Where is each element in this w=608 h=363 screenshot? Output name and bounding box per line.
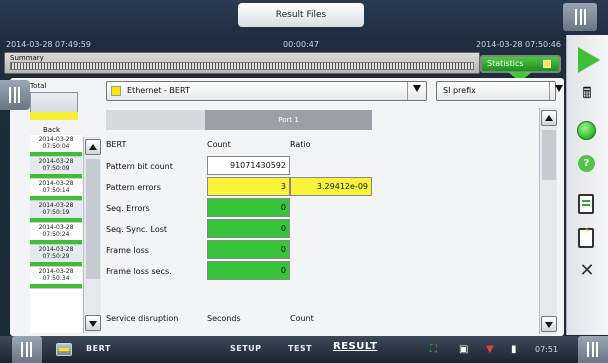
units-selector[interactable]: SI prefix (436, 81, 556, 101)
network-icon[interactable]: ⛶ (430, 344, 437, 355)
back-label: Back (43, 126, 60, 134)
top-menu-handle[interactable] (563, 3, 597, 31)
history-item[interactable]: 2014-03-28 07:50:29 (30, 245, 82, 267)
units-selector-value: SI prefix (443, 86, 476, 95)
chevron-down-icon[interactable] (413, 85, 421, 92)
section-label: BERT (106, 140, 127, 149)
status-led-icon[interactable] (577, 121, 596, 140)
total-status-bar (30, 112, 78, 120)
bottom-left-handle[interactable] (12, 336, 42, 363)
column-header-count: Count (207, 140, 231, 149)
summary-label: Summary (10, 54, 44, 62)
statistics-led-icon (543, 60, 551, 68)
test-color-swatch (111, 86, 121, 96)
count-cell: 0 (207, 198, 290, 217)
tools-icon[interactable]: 🖩 (570, 83, 604, 108)
test-selector-value: Ethernet - BERT (127, 86, 190, 95)
history-item[interactable]: 2014-03-28 07:50:14 (30, 179, 82, 201)
result-files-tab[interactable]: Result Files (238, 3, 364, 27)
nav-setup[interactable]: SETUP (230, 344, 262, 353)
history-item[interactable]: 2014-03-28 07:50:34 (30, 267, 82, 289)
scroll-thumb[interactable] (86, 159, 100, 279)
service-disruption-label: Service disruption (106, 314, 179, 323)
divider (407, 82, 408, 100)
help-icon[interactable]: ? (578, 155, 595, 172)
test-selector[interactable]: Ethernet - BERT (106, 81, 427, 101)
left-menu-handle[interactable] (0, 80, 30, 110)
handle-icon (21, 342, 32, 357)
results-table: BERT Count Ratio Pattern bit count 91071… (106, 132, 536, 332)
statistics-label: Statistics (487, 59, 524, 68)
history-item[interactable]: 2014-03-28 07:50:04 (30, 135, 82, 158)
row-label: Seq. Sync. Lost (106, 225, 168, 234)
play-icon[interactable] (578, 47, 600, 73)
total-label: Total (30, 82, 47, 90)
app-window: Result Files 2014-03-28 07:49:59 00:00:4… (0, 0, 608, 363)
summary-timeline[interactable]: Summary (4, 52, 480, 74)
history-list[interactable]: 2014-03-28 07:50:04 2014-03-28 07:50:09 20… (30, 135, 82, 333)
table-header-spacer (106, 110, 205, 130)
column-header-count: Count (290, 314, 314, 323)
row-label: Pattern bit count (106, 162, 173, 171)
count-cell: 91071430592 (207, 156, 290, 175)
media-icon[interactable]: ▣ (459, 344, 468, 355)
chevron-down-icon[interactable] (555, 85, 563, 92)
port-header: Port 1 (205, 110, 372, 130)
end-time: 2014-03-28 07:50:46 (476, 40, 561, 49)
row-label: Frame loss (106, 246, 149, 255)
history-item[interactable]: 2014-03-28 07:50:19 (30, 201, 82, 223)
row-label: Frame loss secs. (106, 267, 172, 276)
elapsed-time: 00:00:47 (283, 40, 319, 49)
handle-icon (587, 342, 598, 357)
report-icon[interactable] (578, 226, 594, 248)
wifi-icon[interactable]: ▼ (486, 344, 494, 355)
nav-test[interactable]: TEST (288, 344, 312, 353)
scroll-down-icon[interactable] (85, 315, 101, 331)
history-item[interactable]: 2014-03-28 07:50:09 (30, 157, 82, 179)
results-scrollbar[interactable] (539, 108, 557, 334)
bottom-right-handle[interactable] (578, 336, 608, 363)
row-label: Seq. Errors (106, 204, 150, 213)
scroll-down-icon[interactable] (541, 316, 557, 332)
test-app-icon[interactable] (56, 343, 72, 356)
battery-icon: ▮ (511, 344, 517, 355)
scroll-thumb[interactable] (542, 130, 556, 180)
divider (549, 82, 550, 100)
count-cell: 0 (207, 261, 290, 280)
handle-icon (9, 87, 20, 103)
history-scrollbar[interactable] (83, 137, 101, 333)
scroll-up-icon[interactable] (541, 110, 557, 126)
scroll-up-icon[interactable] (85, 139, 101, 155)
column-header-seconds: Seconds (207, 314, 241, 323)
clock: 07:51 (535, 345, 559, 354)
nav-result[interactable]: RESULT (333, 341, 377, 352)
ratio-cell: 3.29412e-09 (290, 177, 372, 196)
close-icon[interactable]: ✕ (570, 260, 604, 281)
history-item[interactable]: 2014-03-28 07:50:24 (30, 223, 82, 245)
summary-ticks (10, 62, 474, 70)
statistics-button[interactable]: Statistics (480, 55, 561, 73)
count-cell: 0 (207, 219, 290, 238)
start-time: 2014-03-28 07:49:59 (6, 40, 91, 49)
test-name: BERT (86, 344, 111, 353)
count-cell: 0 (207, 240, 290, 259)
document-icon[interactable] (578, 194, 594, 214)
row-label: Pattern errors (106, 183, 161, 192)
column-header-ratio: Ratio (290, 140, 311, 149)
handle-icon (575, 9, 586, 25)
count-cell: 3 (207, 177, 290, 196)
right-toolbar (566, 35, 608, 335)
